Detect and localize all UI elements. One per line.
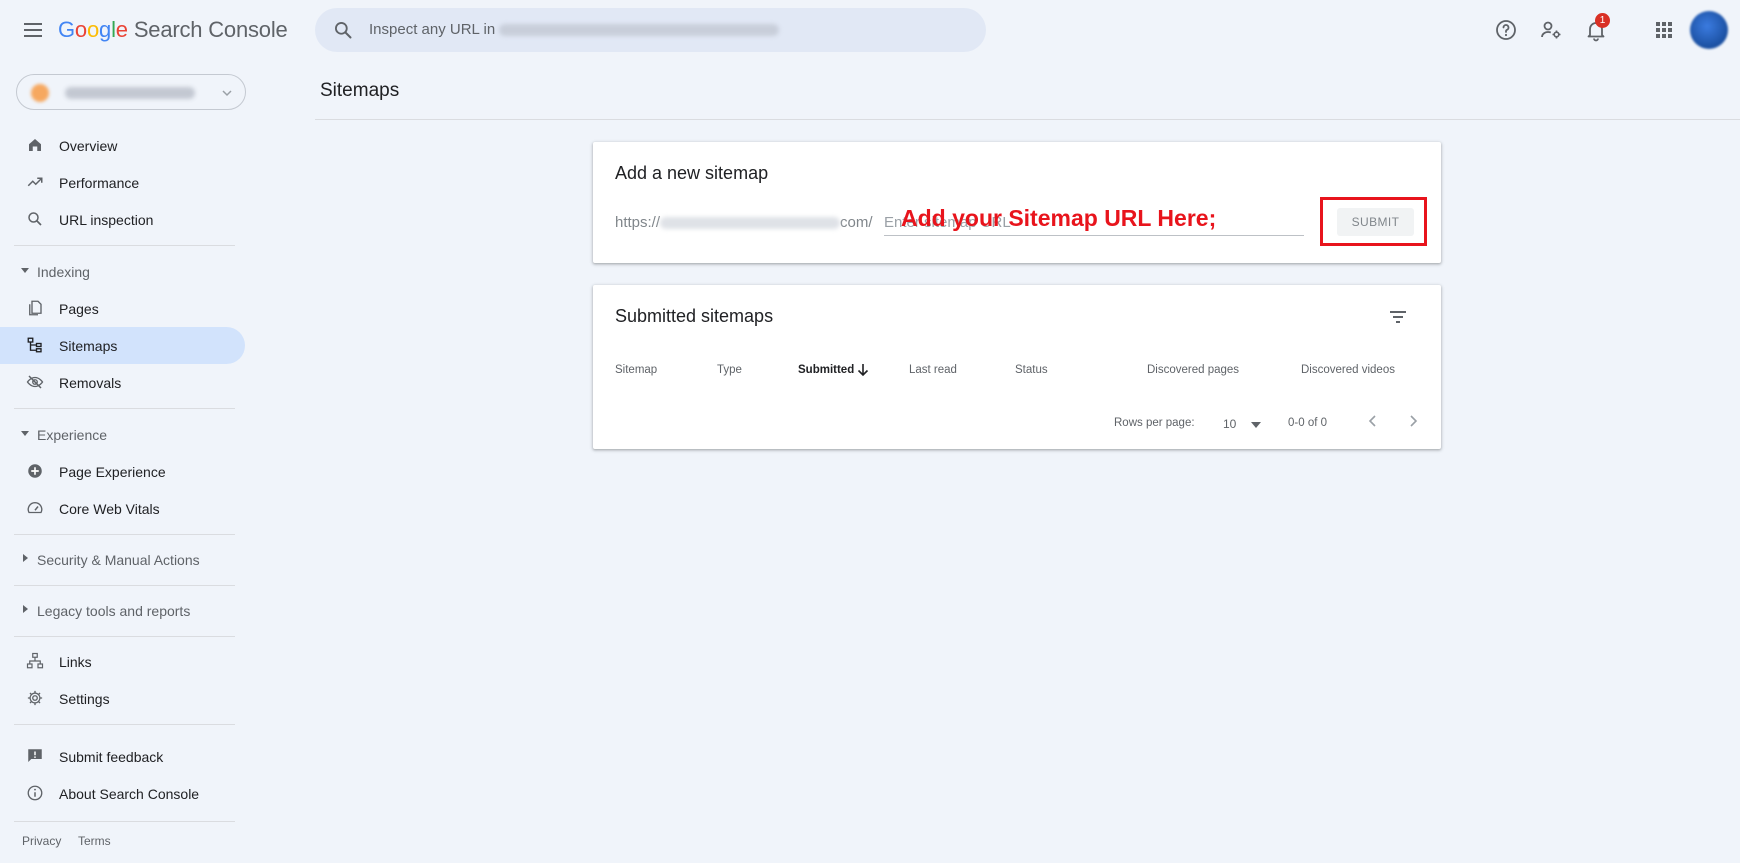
submitted-sitemaps-card: Submitted sitemaps Sitemap Type Submitte… bbox=[593, 285, 1441, 449]
sidebar-section-security[interactable]: Security & Manual Actions bbox=[0, 544, 245, 574]
trending-up-icon bbox=[27, 177, 43, 187]
sidebar-item-submit-feedback[interactable]: Submit feedback bbox=[0, 738, 245, 775]
sidebar-item-settings[interactable]: Settings bbox=[0, 680, 245, 717]
blurred-property-name bbox=[65, 87, 195, 99]
column-header-discovered-videos[interactable]: Discovered videos bbox=[1301, 364, 1395, 376]
sidebar-divider bbox=[14, 408, 235, 409]
menu-icon[interactable] bbox=[20, 17, 46, 43]
sidebar-item-label: URL inspection bbox=[59, 212, 154, 228]
privacy-link[interactable]: Privacy bbox=[22, 834, 61, 848]
sidebar-divider bbox=[14, 585, 235, 586]
property-favicon bbox=[31, 84, 49, 102]
sitemap-url-input[interactable] bbox=[884, 210, 1304, 236]
sidebar-item-links[interactable]: Links bbox=[0, 643, 245, 680]
terms-link[interactable]: Terms bbox=[78, 834, 111, 848]
sidebar-item-url-inspection[interactable]: URL inspection bbox=[0, 201, 245, 238]
sidebar-section-indexing[interactable]: Indexing bbox=[0, 256, 245, 286]
search-icon bbox=[28, 212, 42, 226]
column-header-last-read[interactable]: Last read bbox=[909, 364, 957, 376]
column-header-sitemap[interactable]: Sitemap bbox=[615, 364, 657, 376]
sidebar-item-removals[interactable]: Removals bbox=[0, 364, 245, 401]
product-name: Search Console bbox=[133, 17, 288, 42]
sidebar-item-core-web-vitals[interactable]: Core Web Vitals bbox=[0, 490, 245, 527]
search-icon bbox=[335, 22, 352, 39]
pages-icon bbox=[29, 300, 42, 316]
sidebar-divider bbox=[14, 821, 235, 822]
sidebar-item-label: Sitemaps bbox=[59, 338, 118, 354]
sidebar-item-label: Overview bbox=[59, 138, 118, 154]
sidebar-item-label: About Search Console bbox=[59, 786, 200, 802]
feedback-icon bbox=[28, 749, 42, 762]
caret-right-icon bbox=[23, 605, 28, 613]
sidebar-divider bbox=[14, 245, 235, 246]
add-sitemap-card: Add a new sitemap https://com/ Add your … bbox=[593, 142, 1441, 263]
links-icon bbox=[26, 652, 44, 669]
sidebar-item-label: Page Experience bbox=[59, 464, 166, 480]
sidebar-divider bbox=[14, 534, 235, 535]
sidebar-section-legacy[interactable]: Legacy tools and reports bbox=[0, 595, 245, 625]
column-header-status[interactable]: Status bbox=[1015, 364, 1048, 376]
sitemap-url-prefix: https://com/ bbox=[615, 214, 873, 231]
rows-per-page-select[interactable]: 10 bbox=[1215, 413, 1265, 435]
sidebar-divider bbox=[14, 636, 235, 637]
chevron-left-icon[interactable] bbox=[1361, 409, 1385, 433]
sidebar-item-label: Links bbox=[59, 654, 92, 670]
sidebar-item-performance[interactable]: Performance bbox=[0, 164, 245, 201]
caret-down-icon bbox=[21, 431, 29, 436]
chevron-right-icon[interactable] bbox=[1401, 409, 1425, 433]
caret-down-icon bbox=[1251, 422, 1261, 428]
notification-badge: 1 bbox=[1595, 13, 1610, 28]
info-icon bbox=[27, 785, 43, 801]
pagination-range: 0-0 of 0 bbox=[1288, 417, 1327, 429]
rows-per-page-label: Rows per page: bbox=[1114, 417, 1195, 429]
visibility-off-icon bbox=[26, 375, 44, 389]
sidebar-item-page-experience[interactable]: Page Experience bbox=[0, 453, 245, 490]
add-circle-icon bbox=[28, 464, 42, 478]
sidebar-item-pages[interactable]: Pages bbox=[0, 290, 245, 327]
caret-right-icon bbox=[23, 554, 28, 562]
chevron-down-icon bbox=[222, 90, 232, 97]
sidebar-section-experience[interactable]: Experience bbox=[0, 419, 245, 449]
blurred-property-url bbox=[499, 24, 780, 37]
sidebar-item-label: Performance bbox=[59, 175, 140, 191]
apps-icon[interactable] bbox=[1652, 18, 1676, 42]
blurred-domain bbox=[660, 217, 841, 230]
sidebar-item-label: Removals bbox=[59, 375, 122, 391]
arrow-down-icon[interactable] bbox=[856, 362, 870, 378]
annotation-highlight-box: SUBMIT bbox=[1320, 197, 1427, 246]
property-selector[interactable] bbox=[16, 74, 246, 110]
avatar[interactable] bbox=[1690, 11, 1728, 49]
gear-icon bbox=[27, 690, 43, 706]
sitemap-icon bbox=[27, 337, 42, 353]
url-inspection-search-input[interactable]: Inspect any URL in bbox=[315, 8, 986, 52]
help-icon[interactable] bbox=[1494, 18, 1518, 42]
sidebar-item-about[interactable]: About Search Console bbox=[0, 775, 245, 812]
search-placeholder: Inspect any URL in bbox=[369, 21, 780, 38]
column-header-discovered-pages[interactable]: Discovered pages bbox=[1147, 364, 1239, 376]
google-search-console-logo[interactable]: Google Search Console bbox=[58, 17, 288, 43]
speed-icon bbox=[27, 502, 43, 514]
top-app-bar: Google Search Console Inspect any URL in … bbox=[0, 0, 1740, 60]
sidebar-item-label: Core Web Vitals bbox=[59, 501, 160, 517]
submit-button[interactable]: SUBMIT bbox=[1337, 208, 1414, 236]
home-icon bbox=[29, 139, 41, 151]
column-header-type[interactable]: Type bbox=[717, 364, 742, 376]
page-title: Sitemaps bbox=[320, 80, 400, 101]
sidebar-item-label: Settings bbox=[59, 691, 110, 707]
column-header-submitted[interactable]: Submitted bbox=[798, 364, 854, 376]
card-title: Submitted sitemaps bbox=[615, 306, 774, 326]
user-settings-icon[interactable] bbox=[1539, 18, 1563, 42]
card-title: Add a new sitemap bbox=[615, 163, 769, 183]
sidebar-item-label: Submit feedback bbox=[59, 749, 164, 765]
sidebar-item-sitemaps[interactable]: Sitemaps bbox=[0, 327, 245, 364]
sidebar-item-overview[interactable]: Overview bbox=[0, 127, 245, 164]
sidebar-item-label: Pages bbox=[59, 301, 99, 317]
title-divider bbox=[315, 119, 1740, 120]
caret-down-icon bbox=[21, 268, 29, 273]
sidebar-divider bbox=[14, 724, 235, 725]
filter-icon[interactable] bbox=[1386, 305, 1410, 329]
